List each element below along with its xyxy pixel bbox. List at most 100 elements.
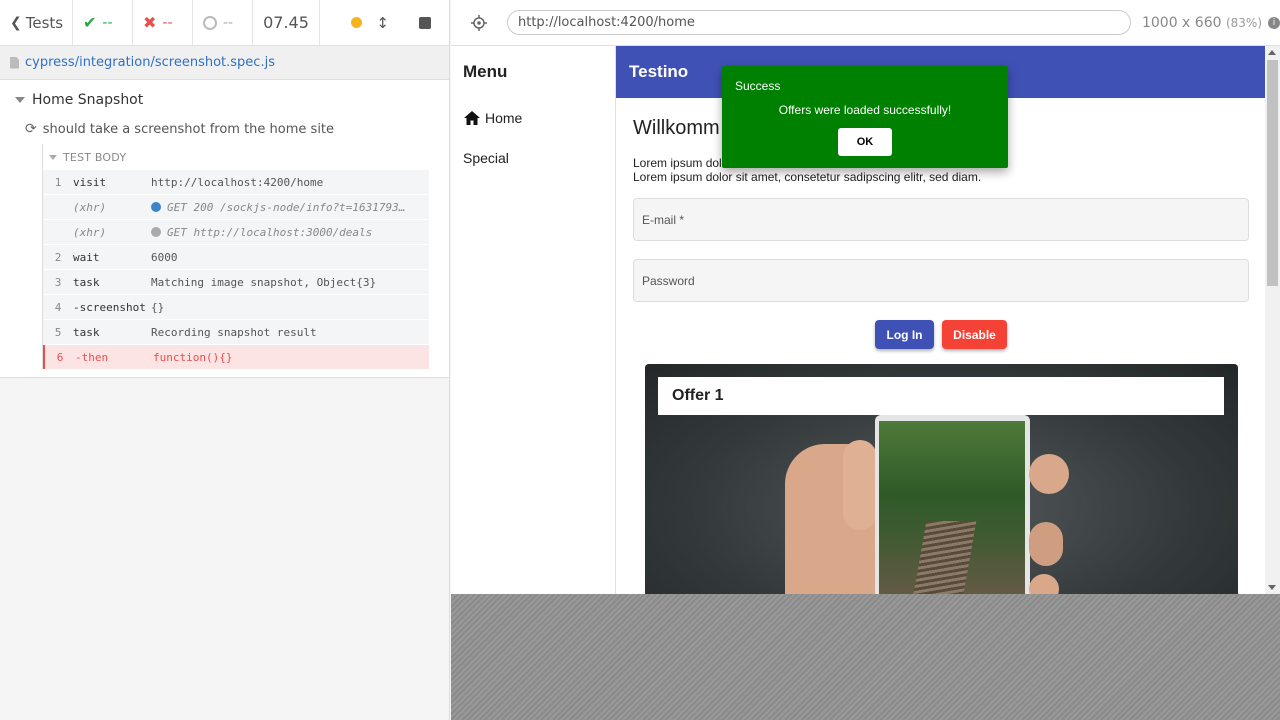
- command-message: function(){}: [153, 350, 233, 364]
- welcome-heading: Willkomm: [633, 117, 720, 139]
- offer-card[interactable]: Offer 1: [645, 364, 1238, 594]
- command-message: {}: [151, 300, 165, 314]
- auto-scroll-icon[interactable]: ↕: [376, 14, 389, 32]
- run-controls: ↕: [320, 0, 449, 46]
- chevron-down-icon: [49, 154, 57, 160]
- command-row[interactable]: 3 task Matching image snapshot, Object{3…: [43, 270, 429, 294]
- menu-item-home[interactable]: Home: [451, 98, 615, 138]
- command-name: wait: [73, 250, 100, 264]
- scroll-down-icon[interactable]: [1268, 585, 1276, 590]
- check-icon: ✔: [83, 13, 97, 32]
- viewport-scale: (83%): [1225, 15, 1263, 30]
- duration-timer: 07.45: [253, 0, 320, 46]
- viewport-background: [451, 594, 1280, 720]
- dialog-message: Offers were loaded successfully!: [778, 103, 952, 117]
- selector-playground-icon[interactable]: [451, 14, 507, 31]
- command-message: 6000: [151, 250, 178, 264]
- command-number: 1: [54, 175, 62, 189]
- passed-stat: ✔ --: [73, 0, 133, 46]
- stop-icon[interactable]: [419, 16, 431, 29]
- command-row[interactable]: (xhr) GET http://localhost:3000/deals: [43, 220, 429, 244]
- scrollbar-thumb[interactable]: [1267, 60, 1278, 286]
- tests-button[interactable]: ❮ Tests: [0, 0, 73, 46]
- scroll-up-icon[interactable]: [1268, 50, 1276, 55]
- xhr-status-icon: [151, 227, 161, 237]
- pending-count: --: [223, 14, 234, 31]
- command-number: 4: [54, 300, 62, 314]
- spec-path-bar[interactable]: cypress/integration/screenshot.spec.js: [0, 46, 449, 80]
- command-row[interactable]: 4 -screenshot {}: [43, 295, 429, 319]
- url-bar: http://localhost:4200/home 1000 x 660 (8…: [451, 0, 1280, 46]
- xhr-status-icon: [151, 202, 161, 212]
- menu-item-label: Special: [463, 150, 509, 166]
- lorem-line-2: Lorem ipsum dolor sit amet, consetetur s…: [633, 170, 982, 184]
- chevron-down-icon: [15, 97, 25, 103]
- command-row[interactable]: 5 task Recording snapshot result: [43, 320, 429, 344]
- side-menu: Menu Home Special: [451, 46, 616, 594]
- url-input[interactable]: http://localhost:4200/home: [507, 10, 1131, 35]
- command-row[interactable]: 1 visit http://localhost:4200/home: [43, 170, 429, 194]
- menu-item-label: Home: [485, 110, 523, 126]
- command-number: 3: [54, 275, 62, 289]
- command-message: http://localhost:4200/home: [151, 175, 324, 189]
- pending-stat: --: [193, 0, 253, 46]
- command-message: GET 200 /sockjs-node/info?t=1631793…: [167, 200, 406, 214]
- home-icon: [464, 111, 480, 125]
- menu-item-special[interactable]: Special: [451, 138, 615, 178]
- file-icon: [10, 56, 19, 69]
- command-row[interactable]: 2 wait 6000: [43, 245, 429, 269]
- command-row-error[interactable]: 6 -then function(){}: [43, 345, 429, 369]
- command-row[interactable]: (xhr) GET 200 /sockjs-node/info?t=163179…: [43, 195, 429, 219]
- command-message: Matching image snapshot, Object{3}: [151, 275, 377, 289]
- offer-image-thumb: [843, 440, 877, 530]
- page-scrollbar[interactable]: [1265, 46, 1280, 594]
- hooks-container: TEST BODY 1 visit http://localhost:4200/…: [42, 144, 429, 369]
- command-name: visit: [73, 175, 107, 189]
- running-status-icon: [351, 17, 363, 28]
- suite-title[interactable]: Home Snapshot: [0, 86, 449, 114]
- viewport-size: 1000 x 660: [1141, 14, 1222, 31]
- offer-title: Offer 1: [658, 377, 1224, 415]
- disable-button[interactable]: Disable: [942, 320, 1007, 349]
- command-name: -screenshot: [73, 300, 146, 314]
- reporter-panel: ❮ Tests ✔ -- ✖ -- -- 07.45 ↕ cypress/int…: [0, 0, 450, 720]
- dialog-ok-button[interactable]: OK: [838, 128, 892, 156]
- chevron-left-icon: ❮: [10, 14, 22, 31]
- command-number: 5: [54, 325, 62, 339]
- info-icon[interactable]: i: [1268, 16, 1280, 29]
- offer-image-finger: [1029, 454, 1069, 494]
- password-field[interactable]: Password: [633, 259, 1249, 302]
- viewport-info: 1000 x 660 (83%): [1142, 15, 1262, 31]
- command-name: (xhr): [73, 200, 107, 214]
- command-name: task: [73, 275, 100, 289]
- offer-image-phone: [875, 415, 1030, 594]
- app-frame: Menu Home Special Testino Willkomm Lorem…: [451, 46, 1280, 594]
- menu-title: Menu: [463, 62, 508, 81]
- tests-label: Tests: [25, 13, 64, 32]
- hook-header[interactable]: TEST BODY: [43, 144, 429, 170]
- command-message: Recording snapshot result: [151, 325, 317, 339]
- cross-icon: ✖: [143, 13, 157, 32]
- command-name: -then: [75, 350, 109, 364]
- offer-image-screen: [879, 421, 1025, 594]
- failed-count: --: [162, 14, 173, 31]
- failed-stat: ✖ --: [133, 0, 193, 46]
- app-preview-panel: http://localhost:4200/home 1000 x 660 (8…: [451, 0, 1280, 720]
- pending-icon: [203, 15, 217, 30]
- command-name: task: [73, 325, 100, 339]
- command-number: 2: [54, 250, 62, 264]
- dialog-title: Success: [735, 79, 781, 93]
- offer-image-finger: [1029, 522, 1063, 566]
- reporter-header: ❮ Tests ✔ -- ✖ -- -- 07.45 ↕: [0, 0, 449, 46]
- refresh-icon: ⟳: [25, 121, 37, 137]
- test-title[interactable]: ⟳ should take a screenshot from the home…: [0, 114, 449, 144]
- login-button[interactable]: Log In: [875, 320, 934, 349]
- command-number: 6: [56, 350, 64, 364]
- hook-label: TEST BODY: [63, 150, 127, 164]
- email-field[interactable]: E-mail *: [633, 198, 1249, 241]
- passed-count: --: [102, 14, 113, 31]
- app-title: Testino: [629, 62, 689, 81]
- spec-path[interactable]: cypress/integration/screenshot.spec.js: [25, 55, 275, 70]
- runnable-list: Home Snapshot ⟳ should take a screenshot…: [0, 80, 449, 378]
- success-dialog: Success Offers were loaded successfully!…: [722, 66, 1008, 168]
